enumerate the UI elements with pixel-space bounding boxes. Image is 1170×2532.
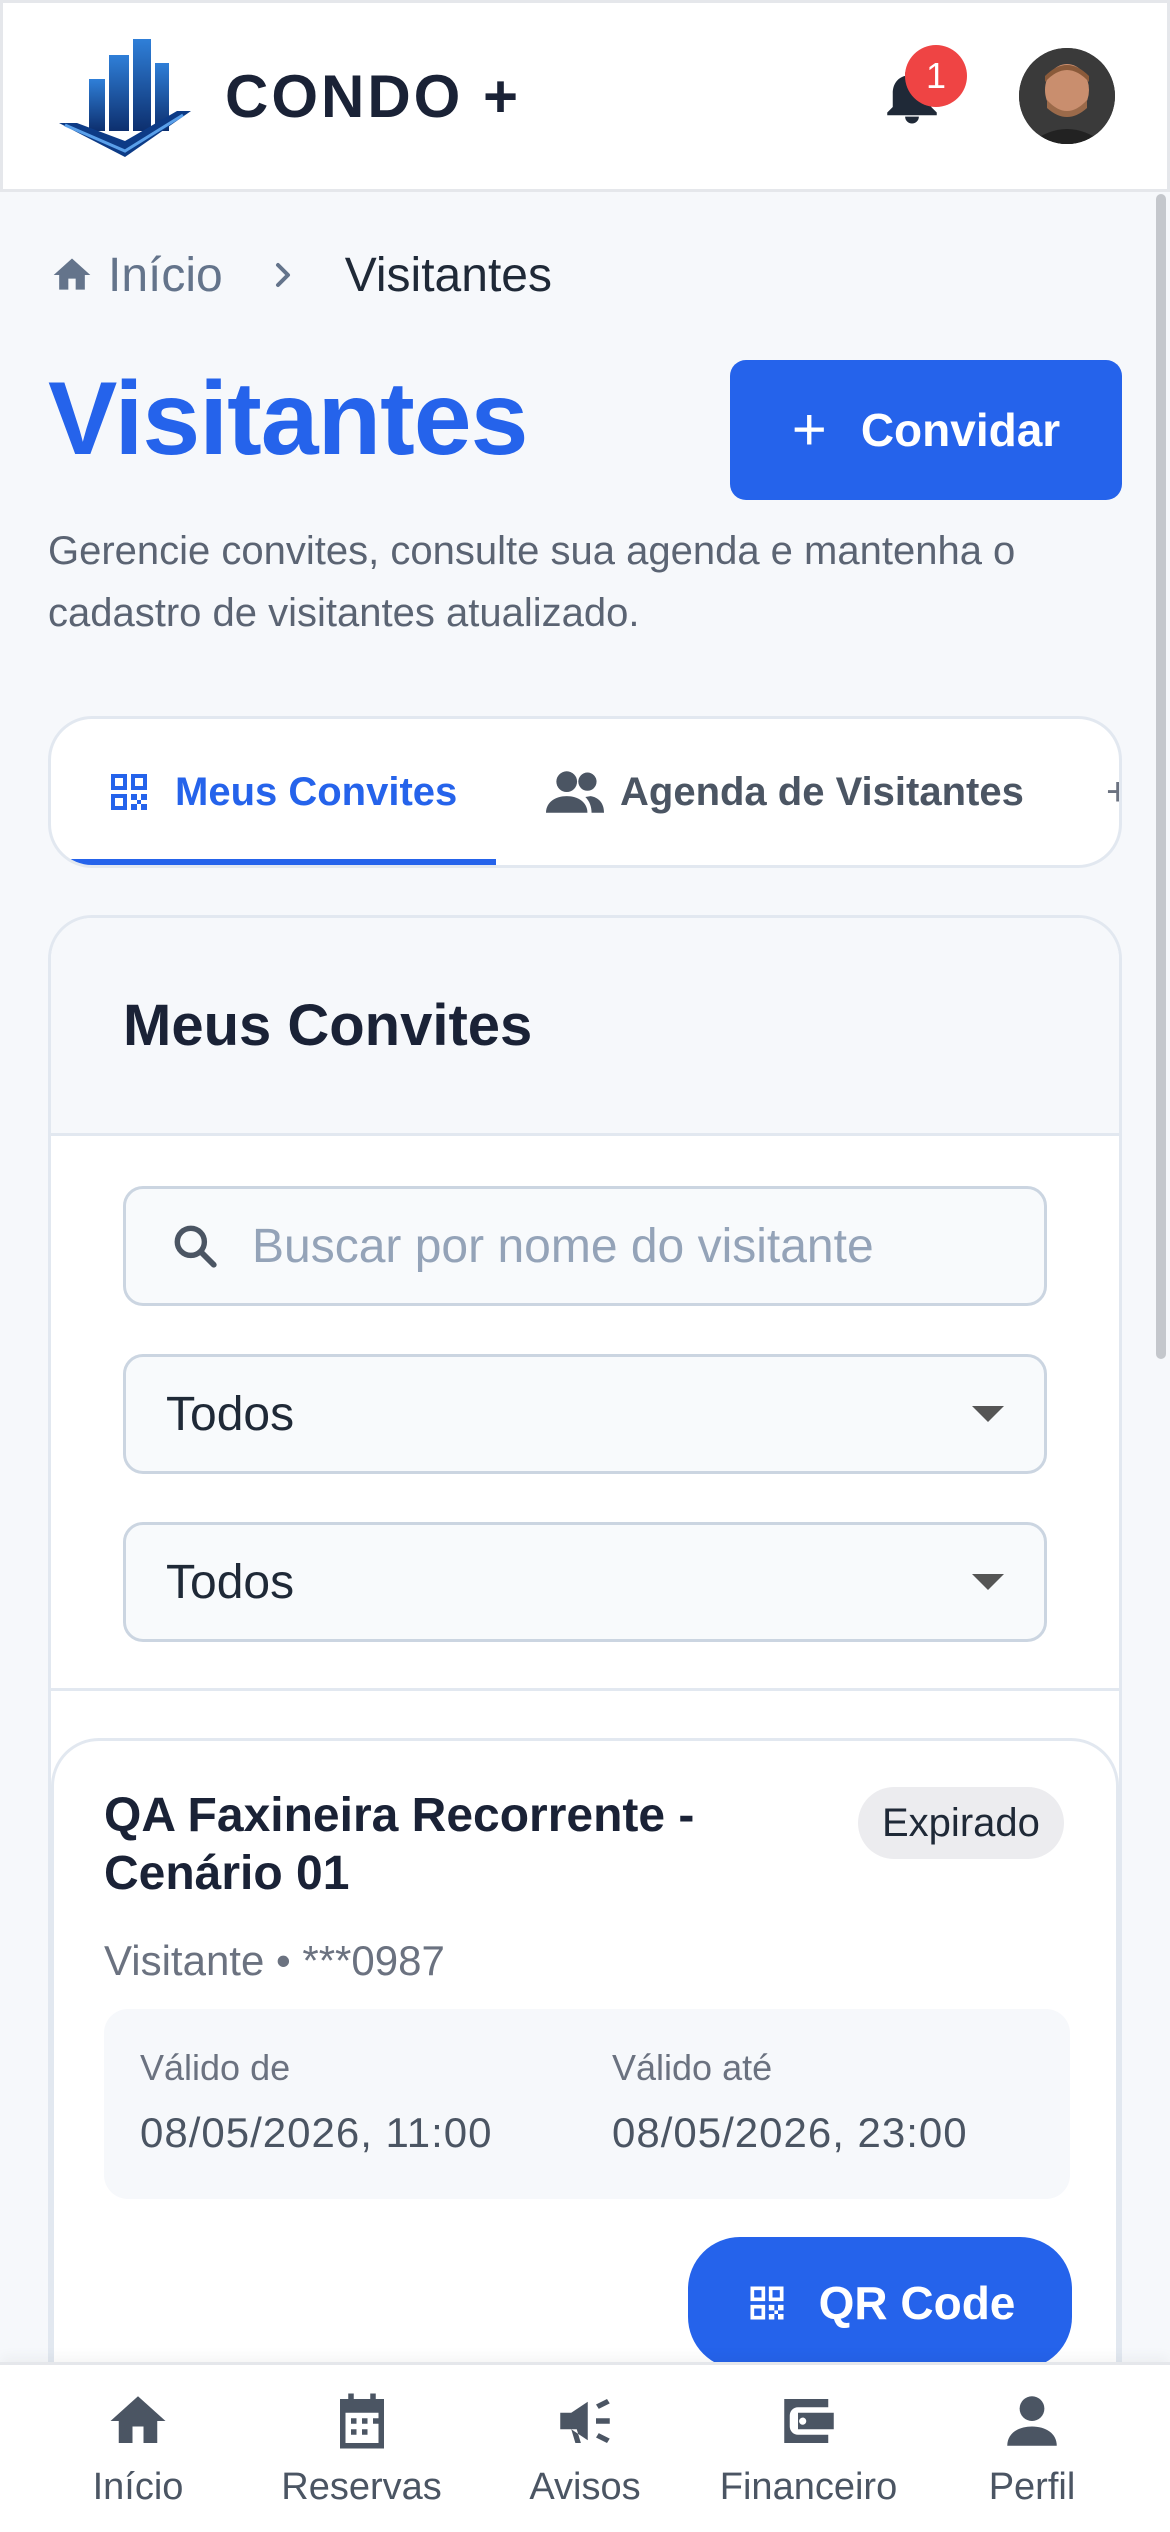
wallet-icon	[783, 2399, 834, 2443]
filter-select-2-value: Todos	[166, 1555, 295, 1609]
calendar-icon	[339, 2393, 384, 2449]
page-subtitle: Gerencie convites, consulte sua agenda e…	[48, 529, 1016, 635]
brand-name: CONDO +	[225, 62, 522, 130]
app-header: CONDO + 1	[0, 0, 1170, 192]
invite-button-label: Convidar	[860, 404, 1061, 456]
plus-icon: +	[791, 396, 827, 463]
valid-from: Válido de 08/05/2026, 11:00	[140, 2047, 493, 2157]
qr-code-icon	[750, 2286, 784, 2320]
notifications-button[interactable]: 1	[867, 45, 967, 141]
tabs: Meus Convites Agenda de Visitantes +	[48, 716, 1122, 868]
home-icon	[110, 2396, 166, 2443]
search-field[interactable]	[123, 1186, 1047, 1306]
panel-header: Meus Convites	[51, 918, 1119, 1136]
building-logo-icon[interactable]	[55, 33, 195, 159]
page-title: Visitantes	[48, 361, 528, 477]
breadcrumb-current: Visitantes	[344, 248, 552, 302]
scrollbar[interactable]	[1156, 194, 1166, 1359]
validity-box: Válido de 08/05/2026, 11:00 Válido até 0…	[104, 2009, 1070, 2199]
nav-label: Perfil	[988, 2466, 1076, 2508]
valid-to: Válido até 08/05/2026, 23:00	[612, 2047, 968, 2157]
people-icon	[546, 771, 604, 813]
nav-avisos[interactable]: Avisos	[475, 2365, 695, 2532]
visitor-name: QA Faxineira Recorrente - Cenário 01	[104, 1789, 695, 1900]
qr-code-button[interactable]: QR Code	[688, 2237, 1072, 2369]
valid-from-label: Válido de	[140, 2047, 291, 2088]
nav-inicio[interactable]: Início	[28, 2365, 248, 2532]
valid-from-value: 08/05/2026, 11:00	[140, 2109, 493, 2156]
search-input[interactable]	[252, 1218, 1012, 1274]
active-tab-indicator	[51, 859, 496, 865]
nav-label: Início	[92, 2466, 184, 2508]
panel-title: Meus Convites	[123, 993, 533, 1058]
tab-meus-convites[interactable]: Meus Convites	[51, 719, 496, 865]
tab-label: Meus Convites	[175, 769, 458, 814]
invites-panel: Meus Convites Todos Todos QA Faxineira R…	[48, 915, 1122, 2532]
notification-count-badge: 1	[905, 45, 967, 107]
nav-label: Avisos	[529, 2466, 641, 2508]
user-avatar[interactable]	[1019, 48, 1115, 144]
home-icon	[53, 258, 91, 290]
nav-financeiro[interactable]: Financeiro	[699, 2365, 919, 2532]
valid-to-value: 08/05/2026, 23:00	[612, 2109, 968, 2156]
invite-button[interactable]: + Convidar	[730, 360, 1122, 500]
caret-down-icon	[972, 1574, 1004, 1590]
person-icon	[1007, 2396, 1057, 2446]
megaphone-icon	[560, 2399, 610, 2443]
breadcrumb-home-link[interactable]: Início	[108, 248, 223, 303]
qr-code-icon	[111, 774, 147, 810]
breadcrumb: Início Visitantes	[50, 245, 552, 305]
filter-select-1[interactable]: Todos	[123, 1354, 1047, 1474]
tab-label: Agenda de Visitantes	[620, 769, 1024, 814]
divider	[51, 1688, 1119, 1691]
tab-agenda-de-visitantes[interactable]: Agenda de Visitantes	[546, 719, 1024, 865]
nav-reservas[interactable]: Reservas	[252, 2365, 472, 2532]
valid-to-label: Válido até	[612, 2047, 773, 2088]
status-badge: Expirado	[858, 1787, 1064, 1859]
nav-perfil[interactable]: Perfil	[922, 2365, 1142, 2532]
chevron-right-icon	[275, 263, 290, 287]
visitor-meta: Visitante • ***0987	[104, 1937, 445, 1984]
filter-select-1-value: Todos	[166, 1387, 295, 1441]
qr-code-button-label: QR Code	[818, 2277, 1016, 2329]
filter-select-2[interactable]: Todos	[123, 1522, 1047, 1642]
nav-label: Reservas	[281, 2466, 442, 2508]
avatar-image	[1019, 48, 1115, 144]
bottom-nav: Início Reservas Avisos Financeiro Perfil	[0, 2362, 1170, 2532]
nav-label: Financeiro	[719, 2466, 898, 2508]
tab-next-hidden[interactable]: +	[1106, 719, 1119, 865]
caret-down-icon	[972, 1406, 1004, 1422]
search-icon	[174, 1225, 217, 1268]
